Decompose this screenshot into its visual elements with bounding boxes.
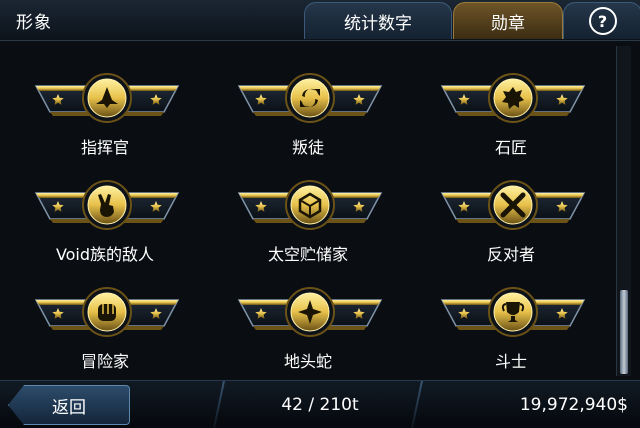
medal-item[interactable]: 指挥官 <box>30 50 190 157</box>
help-button[interactable]: ? <box>563 2 640 39</box>
medal-label: 斗士 <box>494 352 527 371</box>
medal-item[interactable]: 反对者 <box>436 157 596 264</box>
scrollbar-thumb[interactable] <box>620 290 628 374</box>
scrollbar[interactable] <box>616 46 631 376</box>
medal-badge <box>34 180 180 230</box>
medal-label: 指挥官 <box>80 138 129 157</box>
medal-badge <box>440 73 586 123</box>
medal-progress: 42 / 210t <box>281 395 359 415</box>
fist-icon <box>98 304 116 321</box>
medal-item[interactable]: Void族的敌人 <box>30 157 190 264</box>
medal-item[interactable]: 斗士 <box>436 264 596 371</box>
medal-badge <box>34 73 180 123</box>
medal-item[interactable]: 地头蛇 <box>233 264 393 371</box>
page-title: 形象 <box>16 13 52 33</box>
medal-badge <box>440 287 586 337</box>
medal-item[interactable]: 叛徒 <box>233 50 393 157</box>
tab-medals[interactable]: 勋章 <box>453 2 563 39</box>
medals-grid: 指挥官 叛徒 石匠 Void族的敌人 太空贮储家 反对者 冒险家 地头蛇 斗士 <box>0 40 612 378</box>
medal-label: 反对者 <box>486 245 535 264</box>
medal-label: 太空贮储家 <box>267 245 348 264</box>
medal-item[interactable]: 冒险家 <box>30 264 190 371</box>
medal-badge <box>34 287 180 337</box>
back-button[interactable]: 返回 <box>8 385 130 425</box>
question-mark-icon: ? <box>588 7 617 35</box>
medal-label: 石匠 <box>494 138 527 157</box>
money-balance: 19,972,940$ <box>519 395 628 415</box>
medal-label: 冒险家 <box>80 352 129 371</box>
medal-badge <box>237 287 383 337</box>
medal-badge <box>440 180 586 230</box>
medal-label: Void族的敌人 <box>55 245 155 264</box>
medal-badge <box>237 180 383 230</box>
medal-badge <box>237 73 383 123</box>
medal-label: 地头蛇 <box>283 352 332 371</box>
tab-statistics[interactable]: 统计数字 <box>304 2 452 39</box>
medal-label: 叛徒 <box>291 138 324 157</box>
medal-item[interactable]: 太空贮储家 <box>233 157 393 264</box>
bottom-bar: 返回 42 / 210t 19,972,940$ <box>0 380 640 428</box>
top-bar: 形象 统计数字 勋章 ? <box>0 0 640 41</box>
medal-item[interactable]: 石匠 <box>436 50 596 157</box>
